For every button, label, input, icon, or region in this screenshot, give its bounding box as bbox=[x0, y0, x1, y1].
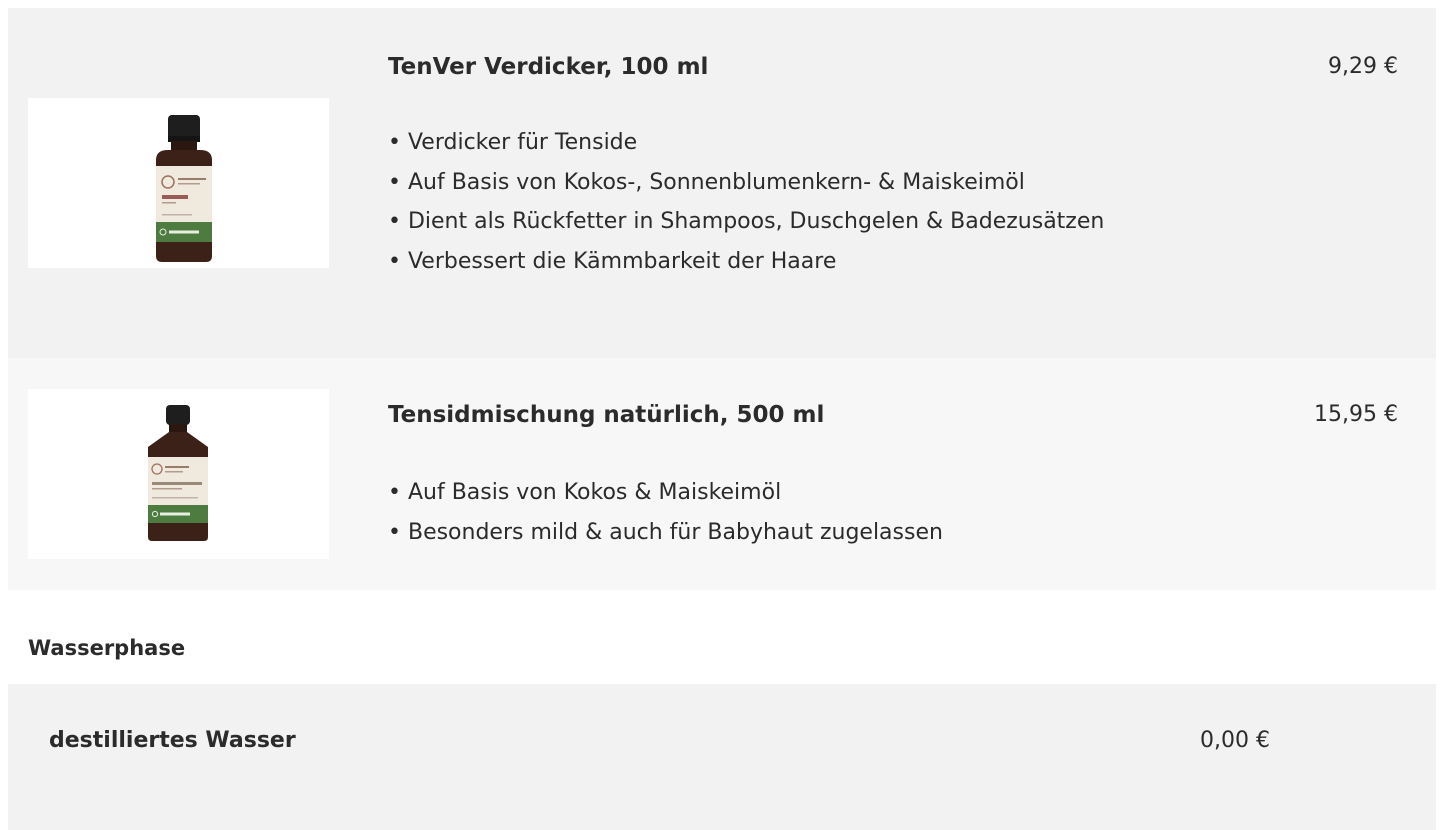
product-price: 9,29 € bbox=[1328, 54, 1398, 79]
ingredient-name: destilliertes Wasser bbox=[49, 728, 296, 753]
ingredient-price: 0,00 € bbox=[1200, 728, 1270, 753]
product-title[interactable]: TenVer Verdicker, 100 ml bbox=[388, 52, 708, 82]
feature-item: • Verdicker für Tenside bbox=[388, 130, 638, 155]
feature-item: • Besonders mild & auch für Babyhaut zug… bbox=[388, 519, 943, 545]
product-image-tensidmischung[interactable] bbox=[28, 389, 329, 559]
feature-item: • Verbessert die Kämmbarkeit der Haare bbox=[388, 248, 837, 274]
section-heading-wasserphase: Wasserphase bbox=[28, 636, 186, 660]
product-features: • Verdicker für Tenside • Auf Basis von … bbox=[388, 123, 1178, 281]
product-title[interactable]: Tensidmischung natürlich, 500 ml bbox=[388, 400, 824, 430]
product-image-tenver[interactable] bbox=[28, 98, 329, 268]
recipe-product-list: TenVer Verdicker, 100 ml 9,29 € • Verdic… bbox=[0, 0, 1443, 830]
bottle-icon bbox=[156, 115, 212, 262]
product-card-tenver[interactable]: TenVer Verdicker, 100 ml 9,29 € • Verdic… bbox=[8, 8, 1436, 358]
product-price: 15,95 € bbox=[1314, 402, 1398, 427]
product-features: • Auf Basis von Kokos & Maiskeimöl • Bes… bbox=[388, 473, 1178, 552]
feature-item: • Auf Basis von Kokos-, Sonnenblumenkern… bbox=[388, 169, 1025, 195]
feature-item: • Dient als Rückfetter in Shampoos, Dusc… bbox=[388, 209, 1105, 234]
ingredient-row: destilliertes Wasser 0,00 € bbox=[8, 684, 1436, 830]
product-card-tensidmischung[interactable]: Tensidmischung natürlich, 500 ml 15,95 €… bbox=[8, 358, 1436, 590]
feature-item: • Auf Basis von Kokos & Maiskeimöl bbox=[388, 480, 782, 505]
bottle-icon bbox=[148, 405, 208, 541]
